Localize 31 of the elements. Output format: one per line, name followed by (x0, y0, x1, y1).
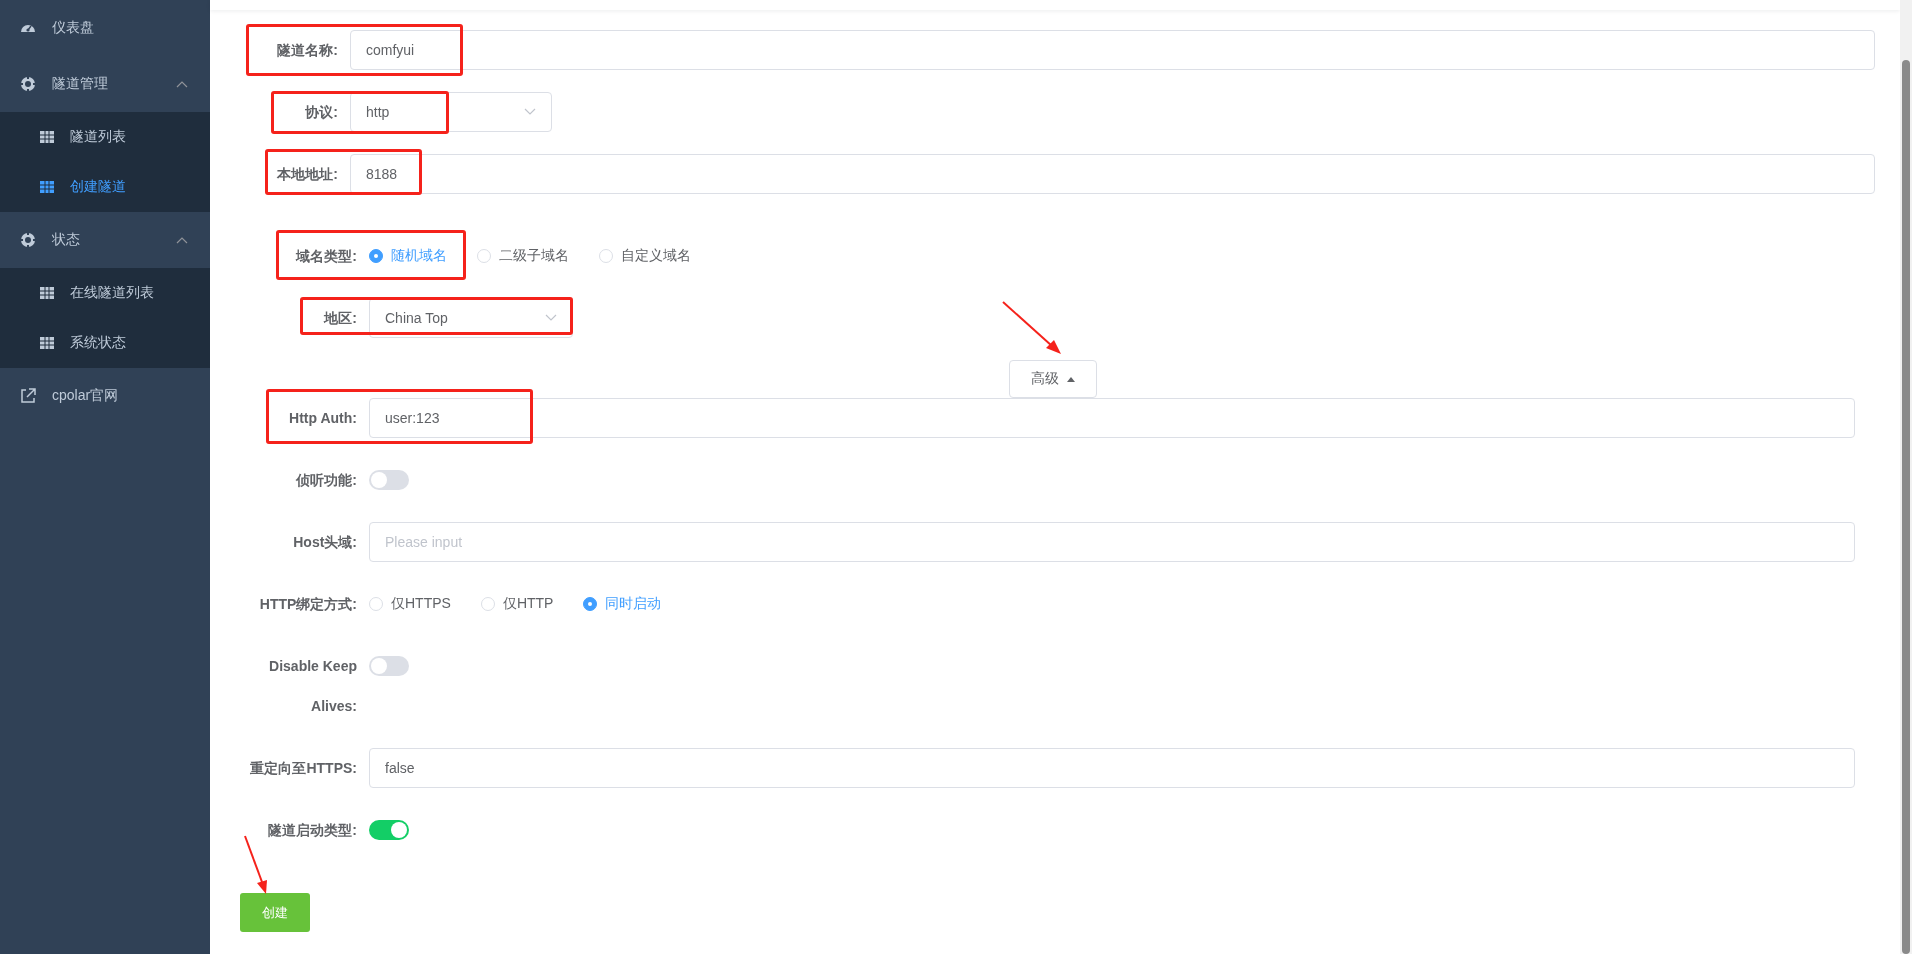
radio-option[interactable]: 仅HTTP (480, 595, 554, 613)
menu-group[interactable]: 隧道管理 (0, 56, 210, 112)
submenu-item[interactable]: 在线隧道列表 (0, 268, 210, 318)
text-field[interactable]: Please input (369, 522, 1855, 562)
field-label: 本地地址: (276, 165, 339, 184)
radio-option[interactable]: 仅HTTPS (369, 595, 451, 613)
submenu-item[interactable]: 隧道列表 (0, 112, 210, 162)
field-label: Disable Keep Alives: (268, 657, 358, 716)
radio-option[interactable]: 自定义域名 (599, 247, 691, 265)
field-label: 地区: (322, 309, 358, 328)
text-field[interactable]: user:123 (369, 398, 1855, 438)
field-label: HTTP绑定方式: (258, 595, 358, 614)
field-label: 隧道启动类型: (267, 821, 358, 840)
text-field[interactable]: comfyui (350, 30, 1875, 70)
submenu-item[interactable]: 创建隧道 (0, 162, 210, 212)
advanced-button[interactable]: 高级 (1009, 360, 1097, 398)
text-field[interactable]: 8188 (350, 154, 1875, 194)
field-label: 隧道名称: (276, 41, 339, 60)
menu-item[interactable]: 仪表盘 (0, 0, 210, 56)
menu-item[interactable]: cpolar官网 (0, 368, 210, 424)
field-label: 域名类型: (294, 247, 358, 266)
field-label: 侦听功能: (295, 471, 358, 490)
radio-option[interactable]: 二级子域名 (477, 247, 569, 265)
menu-group[interactable]: 状态 (0, 212, 210, 268)
dropdown[interactable]: http (350, 92, 552, 132)
field-label: Host头域: (292, 533, 358, 552)
field-label: 协议: (304, 103, 339, 122)
field-label: 重定向至HTTPS: (249, 759, 358, 778)
text-field[interactable]: false (369, 748, 1855, 788)
submenu-item[interactable]: 系统状态 (0, 318, 210, 368)
field-label: Http Auth: (288, 409, 358, 428)
